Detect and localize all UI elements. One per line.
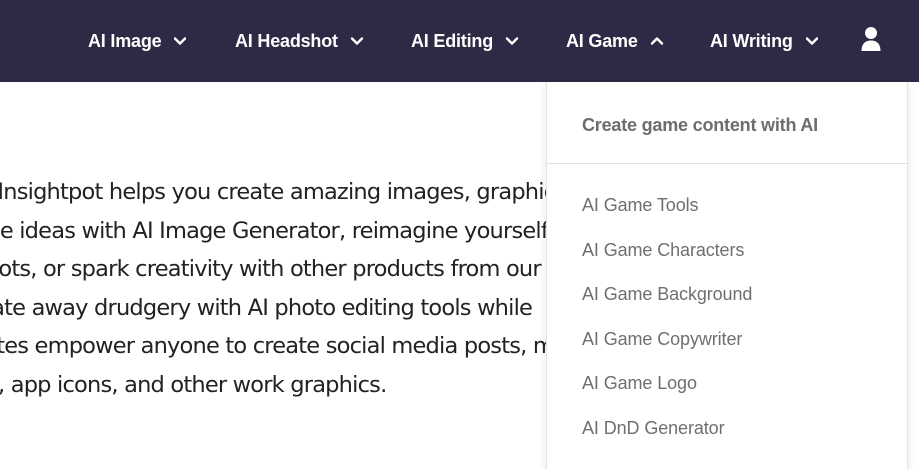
nav-item-label: AI Writing (710, 30, 793, 51)
paragraph-line: Templates empower anyone to create socia… (0, 333, 555, 359)
user-icon[interactable] (860, 26, 882, 52)
chevron-down-icon (350, 34, 364, 48)
nav-item-ai-image[interactable]: AI Image (88, 28, 187, 54)
page: AI Image AI Headshot AI Editing AI Game … (0, 0, 919, 469)
ai-game-dropdown-menu: Create game content with AI AI Game Tool… (546, 82, 908, 469)
nav-item-label: AI Headshot (235, 30, 338, 51)
dropdown-heading: Create game content with AI (582, 115, 818, 135)
chevron-up-icon (650, 34, 664, 48)
paragraph-line: Visualize ideas with AI Image Generator,… (0, 217, 549, 244)
nav-item-ai-editing[interactable]: AI Editing (411, 28, 519, 54)
dropdown-list: AI Game Tools AI Game Characters AI Game… (582, 195, 752, 462)
chevron-down-icon (505, 34, 519, 48)
paragraph-line: Fotor's Insightpot helps you create amaz… (0, 179, 666, 205)
nav-item-ai-writing[interactable]: AI Writing (710, 28, 819, 54)
top-navigation-bar: AI Image AI Headshot AI Editing AI Game … (0, 0, 919, 82)
paragraph-line: headshots, or spark creativity with othe… (0, 256, 542, 282)
intro-paragraph: Fotor's Insightpot helps you create amaz… (0, 173, 666, 404)
nav-item-label: AI Image (88, 30, 162, 51)
menu-item-ai-game-characters[interactable]: AI Game Characters (582, 240, 752, 285)
menu-item-ai-game-logo[interactable]: AI Game Logo (582, 373, 752, 418)
chevron-down-icon (173, 34, 187, 48)
nav-item-label: AI Game (566, 30, 638, 51)
nav-item-ai-headshot[interactable]: AI Headshot (235, 28, 364, 54)
chevron-down-icon (805, 34, 819, 48)
divider (547, 163, 907, 164)
menu-item-ai-game-copywriter[interactable]: AI Game Copywriter (582, 329, 752, 374)
paragraph-line: images, app icons, and other work graphi… (0, 371, 387, 398)
menu-item-ai-game-background[interactable]: AI Game Background (582, 284, 752, 329)
paragraph-line: Automate away drudgery with AI photo edi… (0, 294, 533, 321)
nav-item-label: AI Editing (411, 30, 493, 51)
nav-item-ai-game[interactable]: AI Game (566, 28, 664, 54)
menu-item-ai-game-tools[interactable]: AI Game Tools (582, 195, 752, 240)
menu-item-ai-dnd-generator[interactable]: AI DnD Generator (582, 418, 752, 463)
